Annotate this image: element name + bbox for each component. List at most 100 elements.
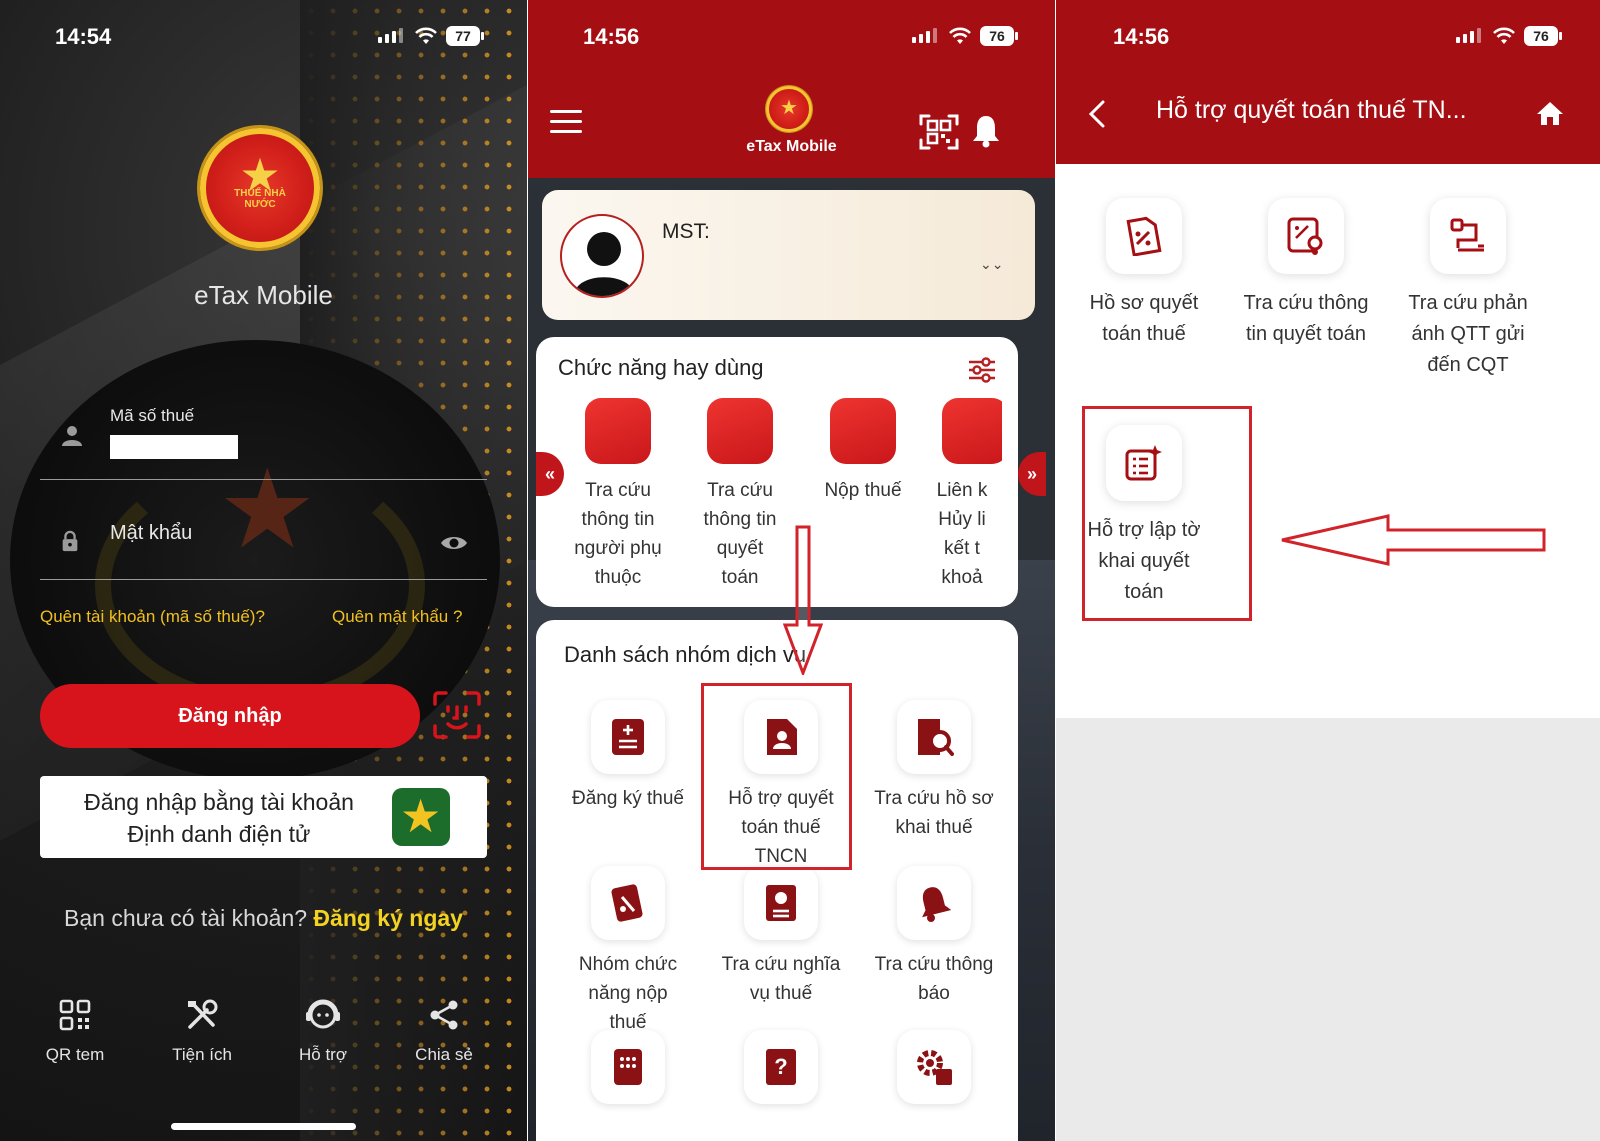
service-line: Tra cứu nghĩa — [721, 954, 841, 975]
favorite-dependent-lookup[interactable]: Tra cứu thông tin người phụ thuộc — [558, 398, 678, 592]
fav-line: kết t — [944, 538, 980, 559]
status-bar: 14:56 76 — [1056, 22, 1600, 52]
service-line: Tra cứu thông — [874, 954, 994, 975]
screenshot-collage: 14:54 77 ★ THUẾ NHÀ NƯỚC eTax Mobile ★ M… — [0, 0, 1600, 1141]
login-button[interactable]: Đăng nhập — [40, 684, 420, 748]
calculator-icon — [591, 1030, 665, 1104]
payment-icon — [591, 866, 665, 940]
cellular-signal-icon — [912, 28, 937, 43]
profile-card[interactable]: MST: ⌄⌄ — [542, 190, 1035, 320]
expand-chevron-icon[interactable]: ⌄⌄ — [980, 256, 1003, 273]
settings-gear-icon — [897, 1030, 971, 1104]
settlement-search-icon — [1268, 198, 1344, 274]
nav-label: QR tem — [45, 1045, 105, 1064]
show-password-eye-icon[interactable] — [440, 534, 468, 552]
nav-tien-ich[interactable]: Tiện ích — [152, 995, 252, 1065]
favorite-pay-tax[interactable]: Nộp thuế — [803, 398, 923, 505]
wifi-icon — [415, 27, 437, 44]
scroll-right-arrow-icon[interactable]: » — [1018, 452, 1046, 496]
service-line: Nhóm chức — [578, 954, 678, 975]
annotation-left-arrow — [1281, 514, 1546, 566]
service-line: năng nộp — [588, 983, 668, 1004]
password-field[interactable]: Mật khẩu — [110, 522, 192, 545]
fav-line: quyết — [716, 538, 764, 559]
link-icon — [942, 398, 1002, 464]
service-more-3[interactable] — [864, 1030, 1004, 1114]
service-more-2[interactable]: ? — [711, 1030, 851, 1114]
nav-qr-tem[interactable]: QR tem — [25, 995, 125, 1065]
obligation-icon — [744, 866, 818, 940]
settings-sliders-icon[interactable] — [968, 357, 996, 383]
vneid-login-line2: Định danh điện tử — [127, 821, 311, 847]
item-line: Tra cứu thông — [1243, 292, 1369, 314]
qr-scan-icon[interactable] — [919, 112, 959, 152]
home-indicator[interactable] — [171, 1123, 356, 1130]
clock: 14:54 — [55, 24, 112, 49]
vneid-logo: ★ — [392, 788, 450, 846]
item-qtt-feedback-lookup[interactable]: Tra cứu phản ánh QTT gửi đến CQT — [1388, 198, 1548, 381]
wifi-icon — [1493, 27, 1515, 44]
person-search-icon — [585, 398, 651, 464]
favorite-link-account[interactable]: Liên k Hủy li kết t khoả — [922, 398, 1002, 618]
clock: 14:56 — [583, 24, 640, 49]
battery-icon: 76 — [980, 26, 1018, 46]
nav-chia-se[interactable]: Chia sẻ — [394, 995, 494, 1065]
vneid-login-line1: Đăng nhập bằng tài khoản — [84, 789, 354, 815]
notification-bell-icon — [897, 866, 971, 940]
service-lookup-tax-file[interactable]: Tra cứu hồ sơ khai thuế — [864, 700, 1004, 842]
mst-label: MST: — [662, 220, 710, 243]
service-tax-register[interactable]: Đăng ký thuế — [558, 700, 698, 813]
service-payment-group[interactable]: Nhóm chức năng nộp thuế — [558, 866, 698, 1037]
app-title: eTax Mobile — [194, 280, 333, 310]
notification-bell-icon[interactable] — [972, 114, 1000, 148]
forgot-account-link[interactable]: Quên tài khoản (mã số thuế)? — [40, 607, 265, 627]
feedback-route-icon — [1430, 198, 1506, 274]
back-chevron-icon[interactable] — [1088, 100, 1106, 128]
tax-code-input[interactable] — [110, 435, 238, 459]
home-icon[interactable] — [1536, 100, 1564, 126]
fav-line: Tra cứu — [585, 480, 651, 501]
svg-text:?: ? — [774, 1054, 787, 1079]
emblem-star-icon: ★ — [780, 95, 798, 119]
vneid-login-label: Đăng nhập bằng tài khoản Định danh điện … — [54, 786, 384, 850]
item-line: đến CQT — [1427, 354, 1509, 376]
nav-ho-tro[interactable]: Hỗ trợ — [273, 995, 373, 1065]
home-indicator[interactable] — [699, 1123, 884, 1130]
service-notifications[interactable]: Tra cứu thông báo — [864, 866, 1004, 1008]
qr-icon — [25, 995, 125, 1035]
menu-hamburger-icon[interactable] — [550, 110, 582, 140]
services-title: Danh sách nhóm dịch vụ — [564, 642, 807, 667]
background-star-icon: ★ — [218, 445, 317, 573]
settlement-file-icon — [1106, 198, 1182, 274]
fav-line: toán — [721, 567, 759, 588]
item-settlement-info-lookup[interactable]: Tra cứu thông tin quyết toán — [1226, 198, 1386, 350]
fav-line: khoả — [941, 567, 983, 588]
service-line: báo — [918, 983, 950, 1004]
item-settlement-file[interactable]: Hồ sơ quyết toán thuế — [1064, 198, 1224, 350]
fav-line: thông tin — [703, 509, 777, 530]
service-more-1[interactable] — [558, 1030, 698, 1114]
fav-line: Hủy li — [938, 509, 986, 530]
tools-icon — [152, 995, 252, 1035]
favorite-settlement-lookup[interactable]: Tra cứu thông tin quyết toán — [680, 398, 800, 592]
battery-icon: 77 — [446, 26, 484, 46]
register-now-link[interactable]: Đăng ký ngay — [313, 905, 463, 931]
tax-code-label: Mã số thuế — [110, 406, 195, 425]
search-file-icon — [897, 700, 971, 774]
pay-tax-icon — [830, 398, 896, 464]
forgot-password-link[interactable]: Quên mật khẩu ? — [332, 607, 462, 627]
service-line: Tra cứu hồ sơ — [874, 788, 994, 809]
home-screen: 14:56 76 ★ eTax Mobile MST: ⌄⌄ Chức năng… — [528, 0, 1055, 1141]
service-tax-obligation[interactable]: Tra cứu nghĩa vụ thuế — [711, 866, 851, 1008]
settlement-search-icon — [707, 398, 773, 464]
face-id-icon[interactable] — [432, 690, 482, 740]
empty-area — [1056, 718, 1600, 1141]
fav-line: thông tin — [581, 509, 655, 530]
share-icon — [394, 995, 494, 1035]
nav-label: Hỗ trợ — [299, 1045, 347, 1064]
battery-icon: 76 — [1524, 26, 1562, 46]
vneid-login-button[interactable]: Đăng nhập bằng tài khoản Định danh điện … — [40, 776, 487, 858]
item-line: Tra cứu phản — [1408, 292, 1528, 314]
fav-line: người phụ — [574, 538, 662, 559]
status-bar: 14:54 77 — [0, 22, 527, 52]
